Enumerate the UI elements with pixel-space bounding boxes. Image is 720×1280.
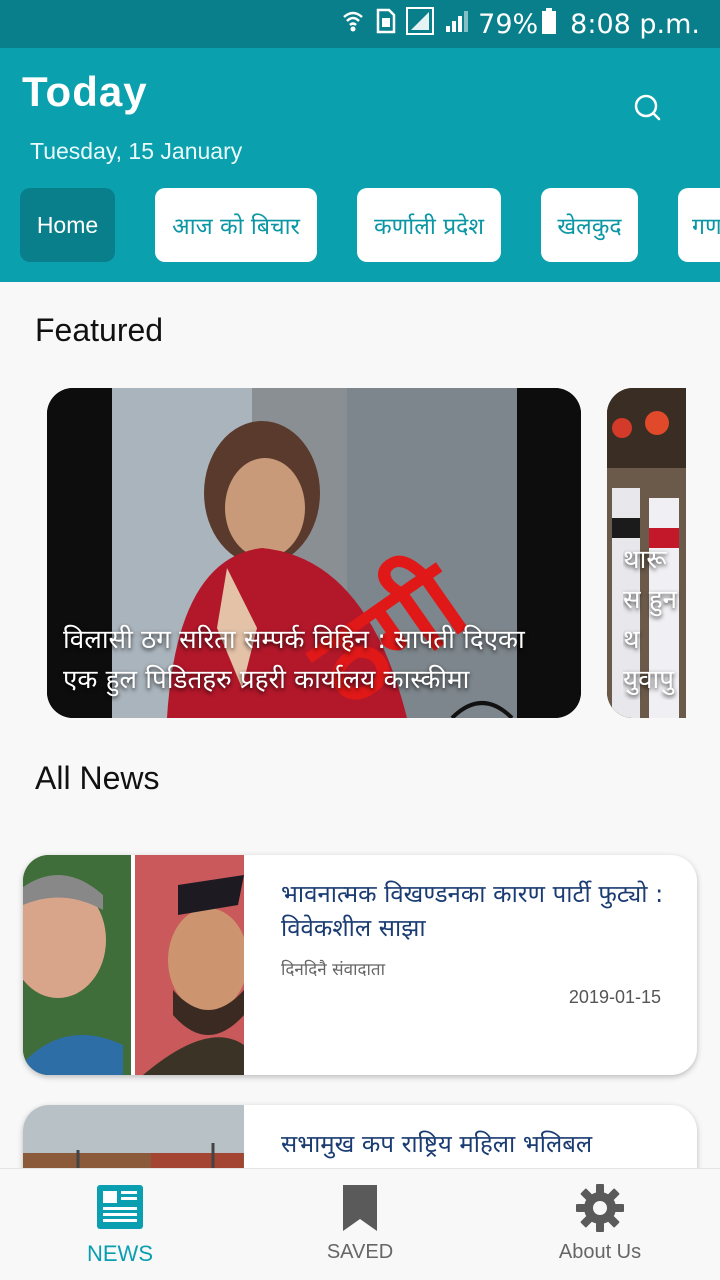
news-headline: सभामुख कप राष्ट्रिय महिला भलिबल [281,1130,593,1158]
signal-icon [444,8,470,41]
bottom-navigation: NEWS SAVED About Us [0,1168,720,1280]
bookmark-icon [343,1185,377,1231]
header-date: Tuesday, 15 January [30,138,243,164]
tab-aaj-ko-bichar[interactable]: आज को बिचार [155,188,317,262]
page-title: Today [22,68,148,115]
wifi-calling-icon [340,8,366,41]
sim-icon [376,8,396,41]
featured-heading: Featured [35,312,164,348]
tab-khelkud[interactable]: खेलकुद [541,188,638,262]
category-tabs: Home आज को बिचार कर्णाली प्रदेश खेलकुद ग… [20,188,720,264]
newspaper-icon [97,1185,143,1229]
news-card[interactable]: भावनात्मक विखण्डनका कारण पार्टी फुट्यो :… [23,855,697,1075]
status-bar: 79% 8:08 p.m. [0,0,720,48]
all-news-heading: All News [35,760,160,796]
featured-card[interactable]: थारू स हुन थ युवापु [607,388,686,718]
nav-saved[interactable]: SAVED [240,1169,480,1280]
signal-icon [406,6,435,42]
nav-news-label: NEWS [87,1241,153,1266]
battery-level: 79% [478,8,539,40]
tab-karnali-pradesh[interactable]: कर्णाली प्रदेश [357,188,501,262]
news-thumbnail [23,855,244,1075]
search-icon [634,94,661,121]
app-header: Today Tuesday, 15 January Home आज को बिच… [0,48,720,282]
featured-card[interactable]: ठगी विलासी ठग सरिता सम्पर्क विहिन : सापत… [47,388,581,718]
clock: 8:08 p.m. [570,8,700,40]
nav-about-us[interactable]: About Us [480,1169,720,1280]
search-button[interactable] [628,88,668,128]
battery-icon [542,7,557,41]
news-source: दिनदिनै संवादाता [281,960,386,980]
tab-next-category[interactable]: गण [678,188,720,262]
news-headline: भावनात्मक विखण्डनका कारण पार्टी फुट्यो :… [281,880,664,942]
nav-saved-label: SAVED [326,1241,394,1263]
featured-caption: थारू स हुन थ युवापु [623,545,678,695]
featured-caption: विलासी ठग सरिता सम्पर्क विहिन : सापती दि… [63,625,525,695]
tab-home[interactable]: Home [20,188,115,262]
news-date: 2019-01-15 [568,987,661,1007]
gear-icon [576,1184,624,1232]
nav-about-us-label: About Us [558,1241,642,1263]
nav-news[interactable]: NEWS [0,1169,240,1280]
